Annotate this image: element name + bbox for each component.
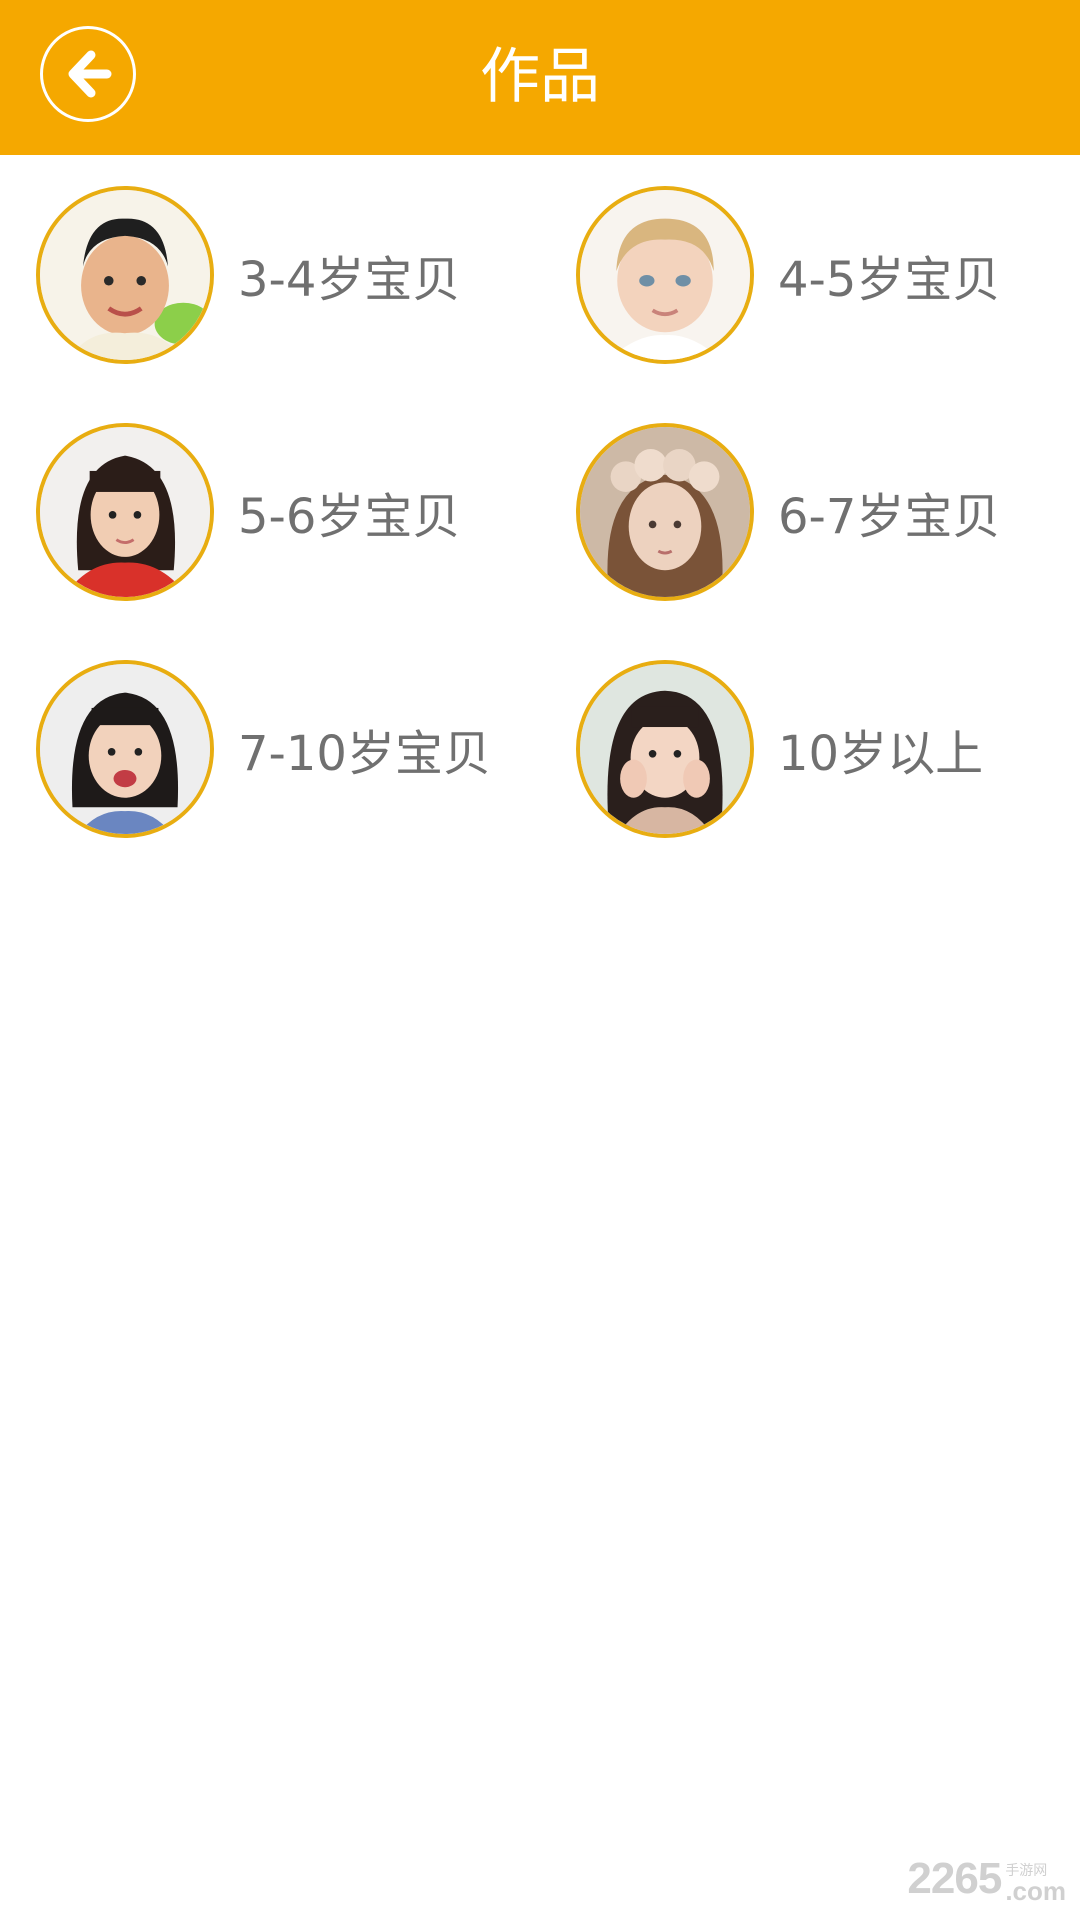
age-group-label: 5-6岁宝贝 (238, 489, 461, 545)
boy-portrait-image (40, 190, 210, 360)
page: 作品 3-4岁宝贝 4-5岁宝贝 5-6岁宝贝 6-7岁宝贝 7-10岁宝贝 1… (0, 0, 1080, 1920)
header-bar: 作品 (0, 0, 1080, 155)
age-group-label: 7-10岁宝贝 (238, 726, 491, 782)
avatar (576, 186, 754, 364)
page-title: 作品 (480, 42, 600, 112)
age-group-item-7-10[interactable]: 7-10岁宝贝 (36, 654, 556, 844)
avatar (36, 186, 214, 364)
age-group-label: 3-4岁宝贝 (238, 252, 461, 308)
age-group-label: 4-5岁宝贝 (778, 252, 1001, 308)
age-group-item-6-7[interactable]: 6-7岁宝贝 (576, 417, 1080, 607)
avatar (36, 660, 214, 838)
girl-flower-crown-portrait-image (580, 427, 750, 597)
avatar (36, 423, 214, 601)
age-group-item-4-5[interactable]: 4-5岁宝贝 (576, 180, 1080, 370)
watermark-com: .com (1005, 1876, 1066, 1906)
watermark-number: 2265 (907, 1854, 1002, 1903)
toddler-portrait-image (580, 190, 750, 360)
girl-portrait-image (40, 427, 210, 597)
age-group-label: 10岁以上 (778, 726, 984, 782)
age-group-item-3-4[interactable]: 3-4岁宝贝 (36, 180, 556, 370)
age-group-label: 6-7岁宝贝 (778, 489, 1001, 545)
age-group-item-10-plus[interactable]: 10岁以上 (576, 654, 1080, 844)
site-watermark: 2265 手游网 .com (907, 1854, 1066, 1904)
avatar (576, 423, 754, 601)
watermark-side: 手游网 .com (1005, 1864, 1066, 1904)
girl-smiling-portrait-image (40, 664, 210, 834)
girl-hands-face-portrait-image (580, 664, 750, 834)
age-group-item-5-6[interactable]: 5-6岁宝贝 (36, 417, 556, 607)
avatar (576, 660, 754, 838)
